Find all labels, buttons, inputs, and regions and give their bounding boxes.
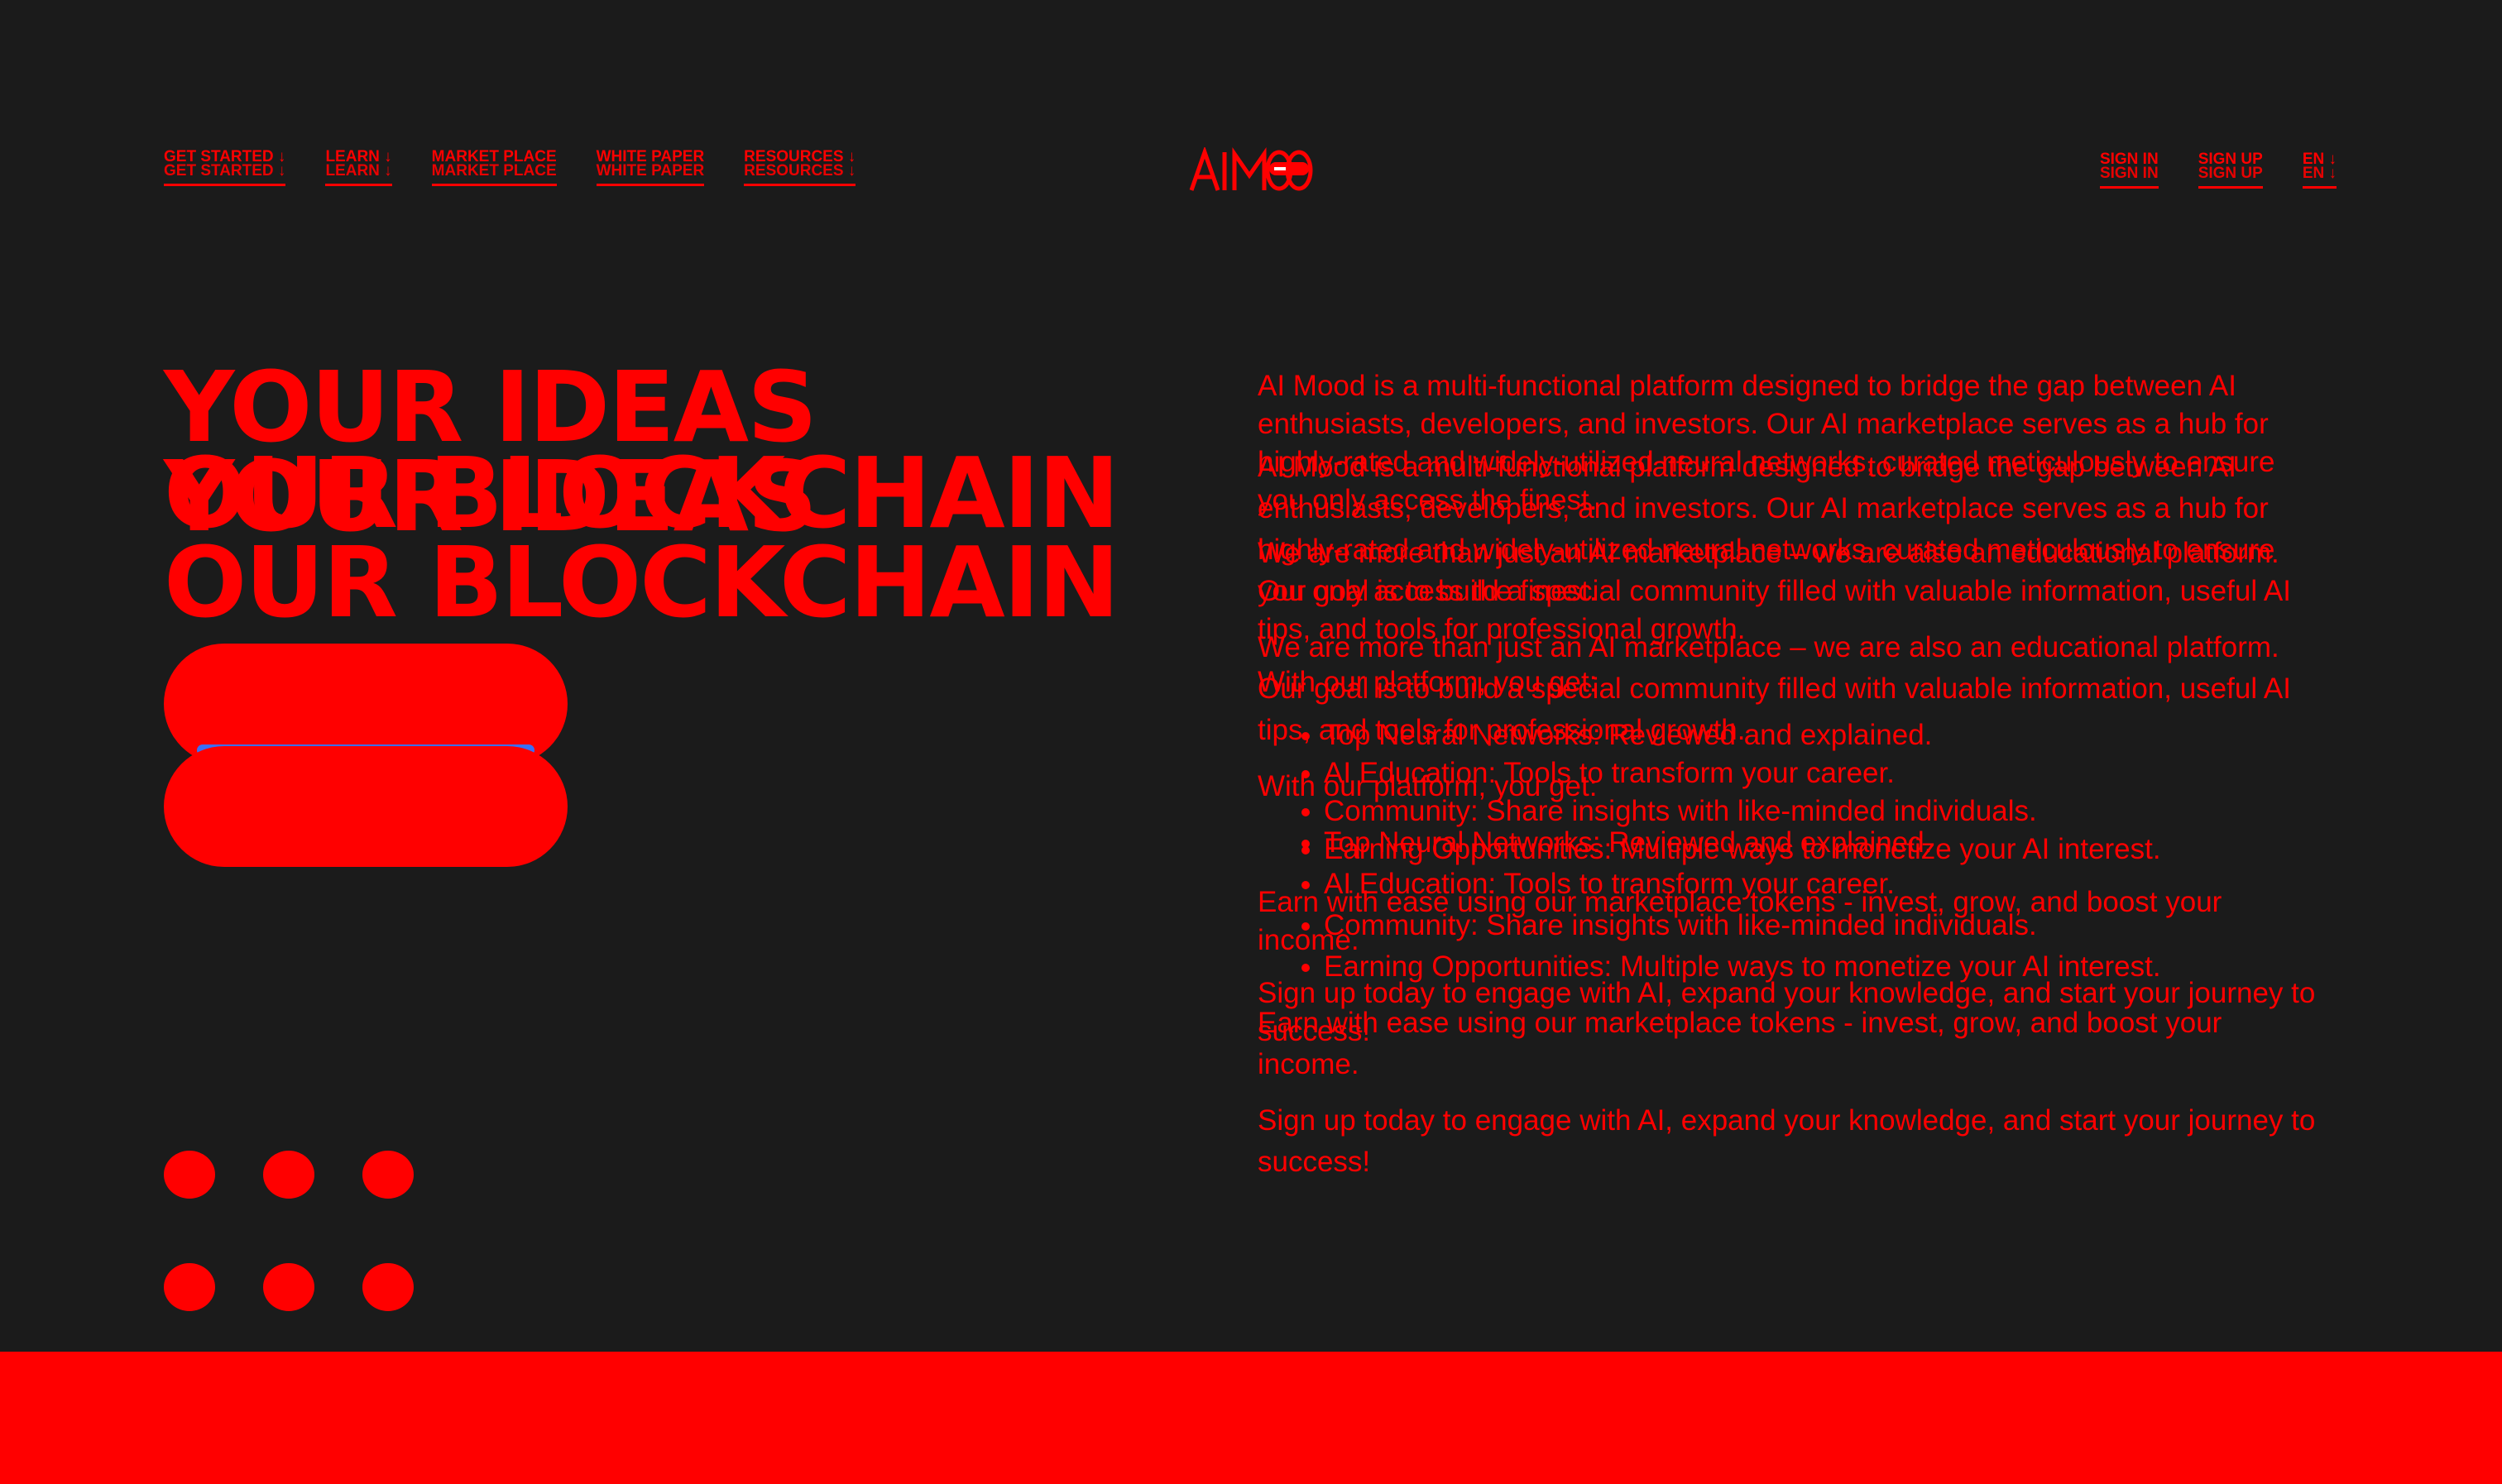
cta-button-secondary[interactable]	[164, 746, 568, 867]
slider-dot-5[interactable]	[263, 1263, 314, 1311]
earn-paragraph-ghost: Earn with ease using our marketplace tok…	[1258, 1007, 2222, 1080]
slider-dot-4[interactable]	[164, 1263, 215, 1311]
about-copy-ghost: AI Mood is a multi-functional platform d…	[1258, 447, 2325, 1198]
footer-band	[0, 1352, 2502, 1484]
nav-market-place[interactable]: MARKET PLACE MARKET PLACE	[431, 149, 557, 186]
primary-nav: GET STARTED ↓ GET STARTED ↓ LEARN ↓ LEARN …	[164, 149, 856, 186]
sign-up-link[interactable]: SIGN UP SIGN UP	[2198, 151, 2263, 189]
ai-mood-logo-icon[interactable]	[1188, 146, 1314, 194]
sign-in-link[interactable]: SIGN IN SIGN IN	[2099, 151, 2159, 189]
benefits-list-ghost: Top Neural Networks: Reviewed and explai…	[1258, 822, 2325, 988]
nav-white-paper[interactable]: WHITE PAPER WHITE PAPER	[596, 149, 705, 186]
language-selector[interactable]: EN ↓ EN ↓	[2302, 151, 2337, 189]
hero-headline-ghost: YOUR IDEAS OUR BLOCKCHAIN	[164, 448, 1119, 639]
slider-dot-6[interactable]	[362, 1263, 414, 1311]
account-nav: SIGN IN SIGN IN SIGN UP SIGN UP EN ↓ EN ↓	[2099, 151, 2337, 189]
nav-learn[interactable]: LEARN ↓ LEARN ↓	[325, 149, 392, 186]
hero-line-blockchain-ghost: OUR BLOCKCHAIN	[164, 525, 1119, 639]
logo-graphic	[1189, 146, 1313, 191]
nav-resources[interactable]: RESOURCES ↓ RESOURCES ↓	[744, 149, 856, 186]
slider-dot-1[interactable]	[164, 1151, 215, 1199]
benefit-item: AI Education: Tools to transform your ca…	[1324, 864, 2325, 905]
benefit-item: Top Neural Networks: Reviewed and explai…	[1324, 822, 2325, 864]
benefit-item: Earning Opportunities: Multiple ways to …	[1324, 946, 2325, 988]
intro-paragraph-ghost: AI Mood is a multi-functional platform d…	[1258, 451, 2275, 607]
education-paragraph-ghost: We are more than just an AI marketplace …	[1258, 631, 2291, 746]
slider-dot-3[interactable]	[362, 1151, 414, 1199]
platform-heading-ghost: With our platform, you get:	[1258, 770, 1598, 802]
slider-dot-2[interactable]	[263, 1151, 314, 1199]
benefit-item: Community: Share insights with like-mind…	[1324, 905, 2325, 946]
nav-get-started[interactable]: GET STARTED ↓ GET STARTED ↓	[164, 149, 286, 186]
signup-paragraph-ghost: Sign up today to engage with AI, expand …	[1258, 1104, 2316, 1178]
